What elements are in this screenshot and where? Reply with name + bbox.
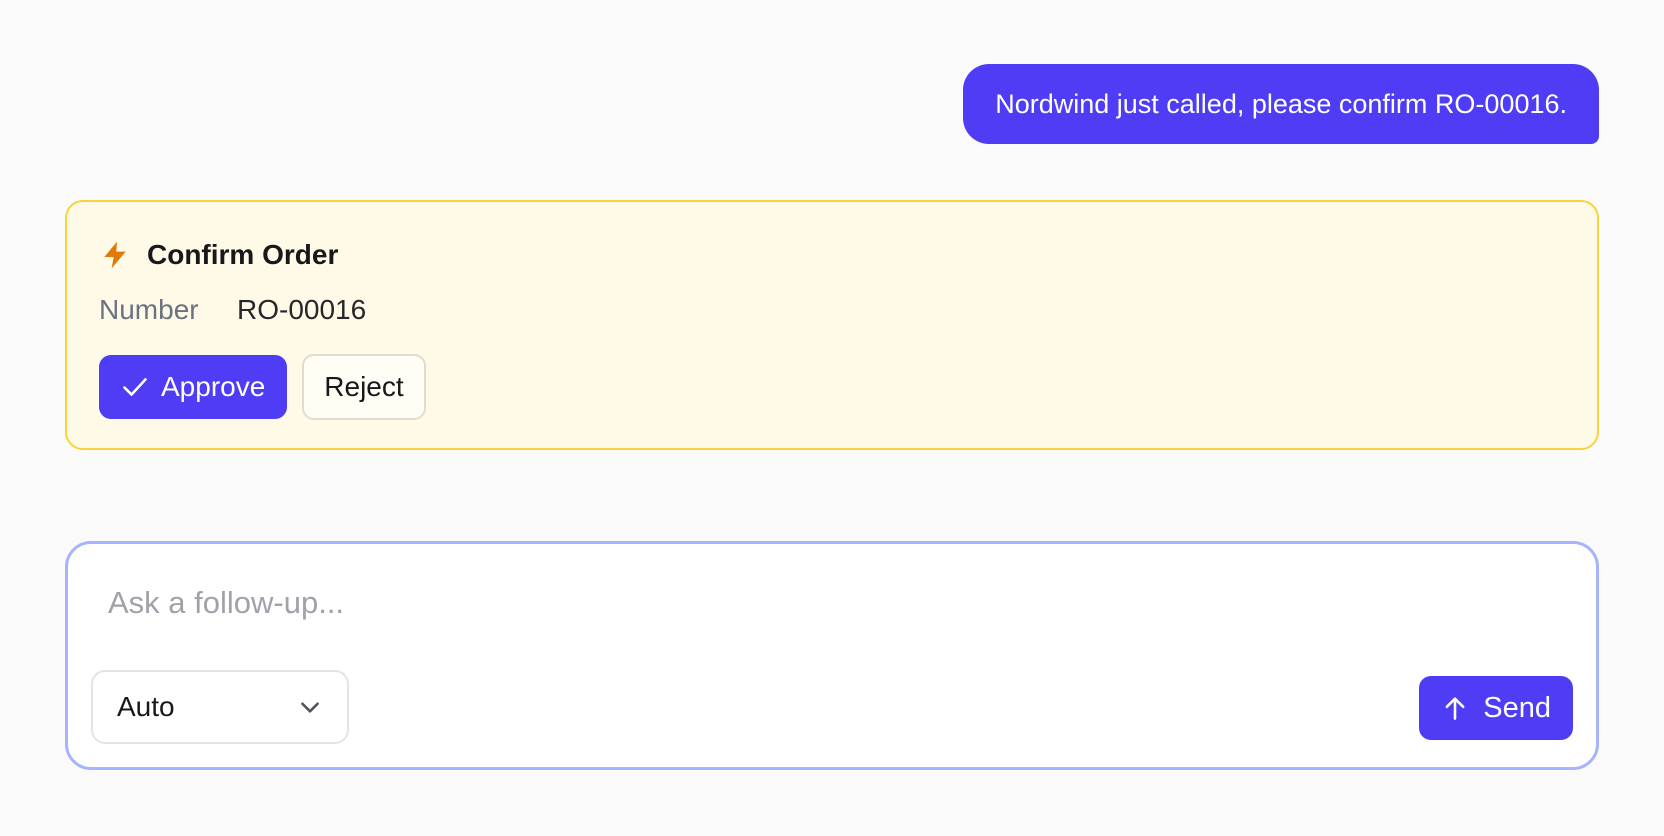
approve-button[interactable]: Approve bbox=[99, 355, 288, 419]
confirm-order-card: Confirm Order Number RO-00016 Approve Re… bbox=[65, 200, 1599, 450]
send-button[interactable]: Send bbox=[1419, 676, 1573, 740]
field-label: Number bbox=[99, 294, 199, 325]
bolt-icon bbox=[99, 238, 131, 272]
user-message-text: Nordwind just called, please confirm RO-… bbox=[995, 88, 1567, 119]
check-icon bbox=[121, 373, 149, 401]
reject-label: Reject bbox=[324, 371, 404, 402]
chat-page: Nordwind just called, please confirm RO-… bbox=[0, 0, 1664, 836]
send-label: Send bbox=[1483, 691, 1551, 724]
mode-selected-value: Auto bbox=[117, 691, 175, 722]
order-number-field: Number RO-00016 bbox=[99, 294, 366, 326]
card-title: Confirm Order bbox=[147, 239, 339, 270]
follow-up-input[interactable] bbox=[108, 578, 1508, 628]
approve-label: Approve bbox=[161, 371, 266, 402]
reject-button[interactable]: Reject bbox=[302, 354, 426, 420]
arrow-up-icon bbox=[1441, 694, 1469, 722]
composer: Auto Send bbox=[65, 541, 1599, 770]
mode-select[interactable]: Auto bbox=[91, 670, 349, 744]
user-message-bubble: Nordwind just called, please confirm RO-… bbox=[963, 64, 1599, 144]
field-value: RO-00016 bbox=[237, 294, 367, 325]
card-actions: Approve Reject bbox=[99, 354, 426, 420]
card-header: Confirm Order bbox=[99, 238, 338, 272]
chevron-down-icon bbox=[297, 694, 323, 720]
